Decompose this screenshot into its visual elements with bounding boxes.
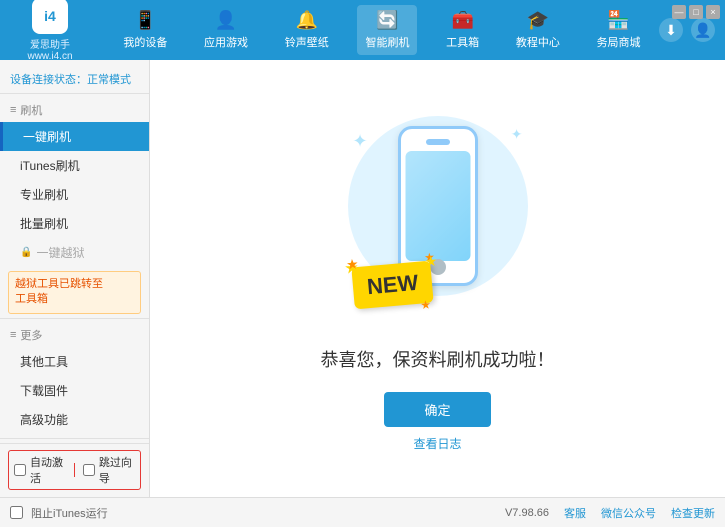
sidebar-item-pro-flash[interactable]: 专业刷机 bbox=[0, 180, 149, 209]
lock-icon: 🔒 bbox=[20, 247, 32, 258]
section-more-label: 更多 bbox=[20, 327, 42, 343]
service-icon: 🏪 bbox=[607, 10, 629, 31]
download-button[interactable]: ⬇ bbox=[659, 18, 683, 42]
footer: 阻止iTunes运行 V7.98.66 客服 微信公众号 检查更新 bbox=[0, 497, 725, 527]
status-label: 设备连接状态： bbox=[10, 74, 87, 86]
minimize-button[interactable]: — bbox=[672, 5, 686, 19]
tutorial-label: 教程中心 bbox=[516, 34, 560, 50]
smart-flash-label: 智能刷机 bbox=[365, 34, 409, 50]
sidebar-item-download-fw[interactable]: 下载固件 bbox=[0, 376, 149, 405]
itunes-label: 阻止iTunes运行 bbox=[31, 505, 108, 521]
sparkle-topleft-icon: ✦ bbox=[353, 131, 368, 152]
pro-flash-label: 专业刷机 bbox=[20, 188, 68, 202]
nav-apps-games[interactable]: 👤 应用游戏 bbox=[196, 5, 256, 55]
logo-icon: i4 bbox=[32, 0, 68, 34]
check-update-link[interactable]: 检查更新 bbox=[671, 505, 715, 521]
advanced-label: 高级功能 bbox=[20, 413, 68, 427]
close-button[interactable]: × bbox=[706, 5, 720, 19]
section-more: ≡ 更多 bbox=[0, 323, 149, 347]
section-flash-icon: ≡ bbox=[10, 104, 16, 116]
jailbreak-note-text: 越狱工具已跳转至工具箱 bbox=[15, 278, 103, 305]
nav-tabs: 📱 我的设备 👤 应用游戏 🔔 铃声壁纸 🔄 智能刷机 🧰 工具箱 🎓 bbox=[105, 5, 659, 55]
sidebar-item-other-tools[interactable]: 其他工具 bbox=[0, 347, 149, 376]
section-flash: ≡ 刷机 bbox=[0, 98, 149, 122]
main-layout: 设备连接状态：正常模式 ≡ 刷机 一键刷机 iTunes刷机 专业刷机 批量刷机… bbox=[0, 60, 725, 497]
view-log-link[interactable]: 查看日志 bbox=[413, 435, 461, 452]
sidebar-item-itunes-flash[interactable]: iTunes刷机 bbox=[0, 151, 149, 180]
phone-illustration: ✦ ✦ NEW ★ ★ ★ bbox=[338, 106, 538, 326]
device-section: 自动激活 跳过向导 📱 iPhone 15 Pro Max 512GB iPho… bbox=[0, 443, 149, 497]
logo: i4 爱思助手 www.i4.cn bbox=[10, 0, 90, 62]
service-label: 务局商城 bbox=[597, 34, 641, 50]
status-value: 正常模式 bbox=[87, 74, 131, 86]
download-fw-label: 下载固件 bbox=[20, 384, 68, 398]
confirm-button[interactable]: 确定 bbox=[384, 392, 490, 427]
smart-flash-icon: 🔄 bbox=[376, 10, 398, 31]
jailbreak-note: 越狱工具已跳转至工具箱 bbox=[8, 271, 141, 314]
footer-right: V7.98.66 客服 微信公众号 检查更新 bbox=[505, 505, 715, 521]
ringtone-label: 铃声壁纸 bbox=[285, 34, 329, 50]
nav-service[interactable]: 🏪 务局商城 bbox=[589, 5, 649, 55]
nav-ringtone[interactable]: 🔔 铃声壁纸 bbox=[277, 5, 337, 55]
section-more-icon: ≡ bbox=[10, 329, 16, 341]
sidebar: 设备连接状态：正常模式 ≡ 刷机 一键刷机 iTunes刷机 专业刷机 批量刷机… bbox=[0, 60, 150, 497]
jailbreak-label: 一键越狱 bbox=[36, 244, 84, 261]
sidebar-item-onekey-flash[interactable]: 一键刷机 bbox=[0, 122, 149, 151]
tutorial-icon: 🎓 bbox=[527, 10, 549, 31]
maximize-button[interactable]: □ bbox=[689, 5, 703, 19]
logo-text: 爱思助手 bbox=[30, 36, 70, 51]
apps-games-label: 应用游戏 bbox=[204, 34, 248, 50]
user-button[interactable]: 👤 bbox=[691, 18, 715, 42]
sidebar-item-batch-flash[interactable]: 批量刷机 bbox=[0, 209, 149, 238]
onekey-flash-label: 一键刷机 bbox=[23, 130, 71, 144]
guide-checkbox[interactable] bbox=[83, 464, 95, 476]
sparkle-topright-icon: ✦ bbox=[511, 126, 523, 143]
new-badge-text: NEW bbox=[365, 269, 418, 298]
status-bar: 设备连接状态：正常模式 bbox=[0, 65, 149, 94]
nav-my-device[interactable]: 📱 我的设备 bbox=[115, 5, 175, 55]
auto-activate-label: 自动激活 bbox=[30, 454, 66, 486]
separator bbox=[74, 463, 75, 477]
tools-icon: 🧰 bbox=[451, 10, 473, 31]
apps-games-icon: 👤 bbox=[215, 10, 237, 31]
customer-service-link[interactable]: 客服 bbox=[564, 505, 586, 521]
wechat-link[interactable]: 微信公众号 bbox=[601, 505, 656, 521]
tools-label: 工具箱 bbox=[446, 34, 479, 50]
nav-smart-flash[interactable]: 🔄 智能刷机 bbox=[357, 5, 417, 55]
device-info: 📱 iPhone 15 Pro Max bbox=[8, 495, 141, 497]
version-text: V7.98.66 bbox=[505, 507, 549, 519]
footer-left: 阻止iTunes运行 bbox=[10, 505, 108, 521]
my-device-label: 我的设备 bbox=[123, 34, 167, 50]
sidebar-divider bbox=[0, 318, 149, 319]
other-tools-label: 其他工具 bbox=[20, 355, 68, 369]
auto-activate-row: 自动激活 跳过向导 bbox=[8, 450, 141, 490]
main-content: ✦ ✦ NEW ★ ★ ★ 恭喜您，保资料 bbox=[150, 60, 725, 497]
itunes-checkbox[interactable] bbox=[10, 506, 23, 519]
section-flash-label: 刷机 bbox=[20, 102, 42, 118]
new-badge: NEW ★ ★ ★ bbox=[351, 260, 434, 309]
sidebar-item-jailbreak: 🔒 一键越狱 bbox=[0, 238, 149, 267]
success-message: 恭喜您，保资料刷机成功啦！ bbox=[321, 346, 555, 372]
nav-tools[interactable]: 🧰 工具箱 bbox=[438, 5, 487, 55]
my-device-icon: 📱 bbox=[134, 10, 156, 31]
device-divider bbox=[0, 438, 149, 439]
auto-activate-checkbox[interactable] bbox=[14, 464, 26, 476]
sidebar-item-advanced[interactable]: 高级功能 bbox=[0, 405, 149, 434]
header: i4 爱思助手 www.i4.cn 📱 我的设备 👤 应用游戏 🔔 铃声壁纸 🔄… bbox=[0, 0, 725, 60]
ringtone-icon: 🔔 bbox=[296, 10, 318, 31]
batch-flash-label: 批量刷机 bbox=[20, 217, 68, 231]
nav-tutorial[interactable]: 🎓 教程中心 bbox=[508, 5, 568, 55]
header-right: ⬇ 👤 bbox=[659, 18, 715, 42]
guide-label: 跳过向导 bbox=[99, 454, 135, 486]
itunes-flash-label: iTunes刷机 bbox=[20, 159, 80, 173]
